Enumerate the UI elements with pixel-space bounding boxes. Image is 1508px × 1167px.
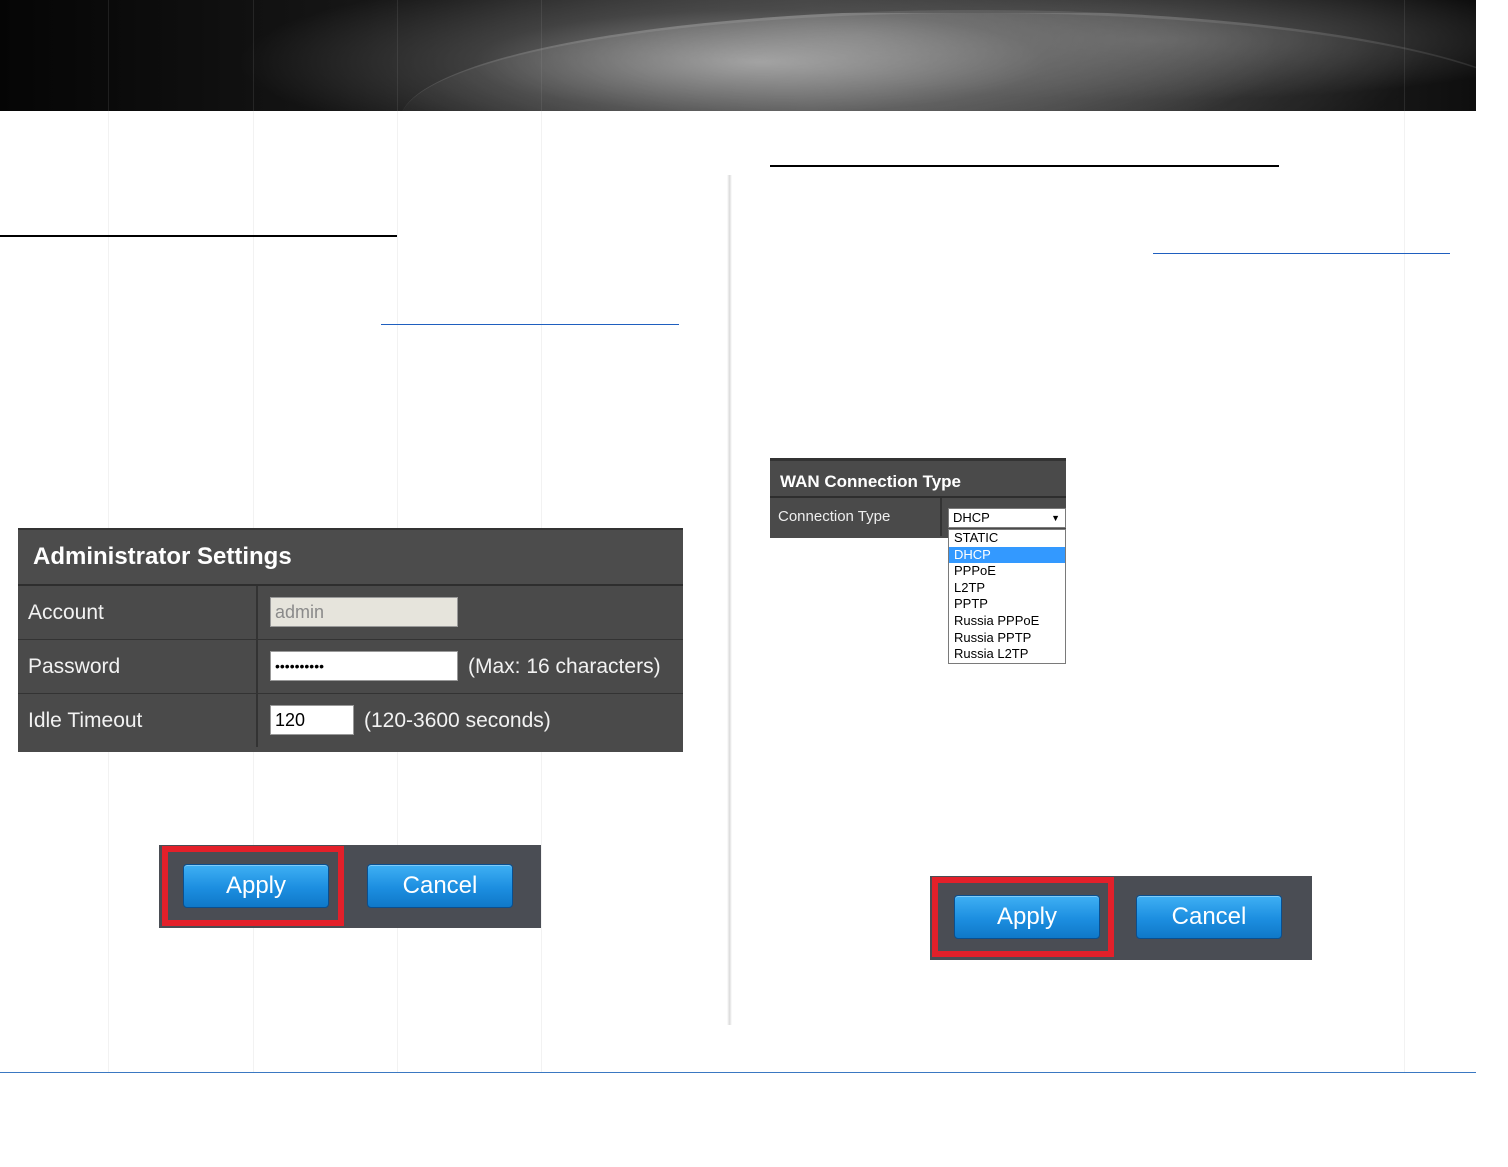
apply-highlight-box [162, 846, 344, 926]
option-pppoe[interactable]: PPPoE [949, 563, 1065, 580]
connection-type-dropdown: STATIC DHCP PPPoE L2TP PPTP Russia PPPoE… [948, 529, 1066, 664]
dropdown-arrow-icon: ▼ [1051, 513, 1060, 523]
footer-line [0, 1072, 1476, 1073]
idle-timeout-row: Idle Timeout 120 (120-3600 seconds) [18, 694, 683, 747]
option-russia-l2tp[interactable]: Russia L2TP [949, 646, 1065, 663]
column-divider [727, 175, 732, 1025]
account-field: admin [270, 597, 458, 627]
idle-timeout-field[interactable]: 120 [270, 705, 354, 735]
connection-type-select[interactable]: DHCP ▼ [948, 508, 1066, 528]
option-dhcp[interactable]: DHCP [949, 546, 1065, 564]
option-pptp[interactable]: PPTP [949, 596, 1065, 613]
row-separator [940, 498, 942, 536]
account-row: Account admin [18, 586, 683, 640]
cancel-button[interactable]: Cancel [367, 864, 513, 908]
option-russia-pptp[interactable]: Russia PPTP [949, 630, 1065, 647]
administrator-settings-panel: Administrator Settings Account admin Pas… [18, 528, 683, 752]
account-label: Account [28, 601, 104, 624]
option-l2tp[interactable]: L2TP [949, 580, 1065, 597]
banner-light-sweep [400, 10, 1476, 111]
section-rule [770, 165, 1279, 167]
row-separator [256, 640, 258, 693]
row-separator [256, 586, 258, 639]
apply-highlight-box [932, 877, 1114, 957]
connection-type-label: Connection Type [778, 508, 891, 525]
option-russia-pppoe[interactable]: Russia PPPoE [949, 613, 1065, 630]
wan-title: WAN Connection Type [770, 458, 1066, 498]
password-field[interactable]: •••••••••• [270, 651, 458, 681]
cancel-button[interactable]: Cancel [1136, 895, 1282, 939]
header-banner [0, 0, 1476, 111]
link-underline [1153, 253, 1450, 254]
section-rule [0, 235, 397, 237]
admin-settings-title: Administrator Settings [18, 530, 683, 586]
idle-timeout-label: Idle Timeout [28, 709, 143, 732]
password-hint: (Max: 16 characters) [468, 655, 661, 678]
grid-line [1404, 0, 1405, 1072]
idle-timeout-hint: (120-3600 seconds) [364, 709, 551, 732]
password-label: Password [28, 655, 121, 678]
row-separator [256, 694, 258, 747]
password-row: Password •••••••••• (Max: 16 characters) [18, 640, 683, 694]
link-underline [381, 324, 679, 325]
option-static[interactable]: STATIC [949, 530, 1065, 547]
selected-value: DHCP [953, 510, 990, 525]
